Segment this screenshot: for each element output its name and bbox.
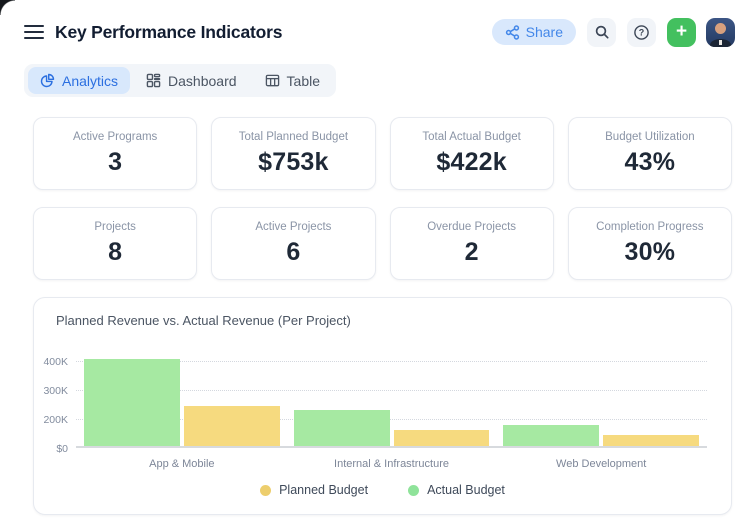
x-axis-category-label: Internal & Infrastructure [294,458,490,470]
legend-dot-icon [408,485,419,496]
svg-text:?: ? [639,27,645,37]
kpi-card: Active Programs 3 [33,117,197,190]
view-tabbar: Analytics Dashboard Table [24,64,336,97]
y-axis-tick-label: 200K [30,414,68,426]
kpi-card: Total Planned Budget $753k [211,117,375,190]
bar-group [294,361,490,446]
pie-chart-icon [40,73,55,88]
bar-planned-budget [184,406,280,446]
kpi-value: $753k [258,148,329,177]
x-axis-category-label: Web Development [503,458,699,470]
legend-label: Actual Budget [427,483,505,497]
bar-planned-budget [394,430,490,446]
table-icon [265,73,280,88]
kpi-label: Total Planned Budget [239,131,348,143]
kpi-label: Budget Utilization [605,131,695,143]
bar-actual-budget [294,410,390,446]
chart-bars [76,361,707,446]
bar-group [503,361,699,446]
tab-analytics-label: Analytics [62,73,118,89]
menu-icon[interactable] [24,25,44,40]
share-button-label: Share [526,24,563,40]
kpi-value: 6 [286,238,300,267]
legend-item[interactable]: Actual Budget [408,483,505,497]
y-axis-tick-label: 300K [30,385,68,397]
help-button[interactable]: ? [627,18,656,47]
window-corner-artifact [0,0,15,15]
kpi-label: Completion Progress [596,221,703,233]
y-axis-tick-label: $0 [30,443,68,455]
kpi-label: Overdue Projects [427,221,516,233]
plus-icon: + [676,22,687,41]
kpi-label: Projects [94,221,136,233]
kpi-label: Active Programs [73,131,157,143]
tab-table[interactable]: Table [251,64,334,97]
kpi-value: 2 [465,238,479,267]
chart-card: Planned Revenue vs. Actual Revenue (Per … [33,297,732,515]
chart-legend: Planned Budget Actual Budget [34,483,731,497]
legend-dot-icon [260,485,271,496]
kpi-label: Total Actual Budget [422,131,520,143]
x-axis-category-label: App & Mobile [84,458,280,470]
search-button[interactable] [587,18,616,47]
kpi-card: Completion Progress 30% [568,207,732,280]
kpi-label: Active Projects [255,221,331,233]
kpi-card: Budget Utilization 43% [568,117,732,190]
bar-actual-budget [503,425,599,446]
search-icon [594,24,610,40]
chart-plot: $0200K300K400K [76,361,707,448]
chart-title: Planned Revenue vs. Actual Revenue (Per … [56,313,351,328]
tab-dashboard-label: Dashboard [168,73,237,89]
share-icon [505,25,520,40]
page-title: Key Performance Indicators [55,22,282,43]
share-button[interactable]: Share [492,19,576,45]
kpi-card: Overdue Projects 2 [390,207,554,280]
kpi-value: 30% [625,238,676,267]
kpi-card: Active Projects 6 [211,207,375,280]
bar-actual-budget [84,359,180,446]
kpi-card: Projects 8 [33,207,197,280]
help-icon: ? [633,24,650,41]
add-button[interactable]: + [667,18,696,47]
bar-group [84,361,280,446]
kpi-grid: Active Programs 3 Total Planned Budget $753… [33,117,732,280]
header: Key Performance Indicators Share ? + [24,15,735,49]
kpi-card: Total Actual Budget $422k [390,117,554,190]
kpi-value: $422k [436,148,507,177]
y-axis-tick-label: 400K [30,356,68,368]
tab-dashboard[interactable]: Dashboard [132,64,251,97]
tab-table-label: Table [287,73,320,89]
chart-x-labels: App & Mobile Internal & Infrastructure Web… [76,458,707,470]
tab-analytics[interactable]: Analytics [28,67,130,94]
dashboard-grid-icon [146,73,161,88]
kpi-value: 43% [625,148,676,177]
kpi-value: 8 [108,238,122,267]
legend-item[interactable]: Planned Budget [260,483,368,497]
kpi-value: 3 [108,148,122,177]
bar-planned-budget [603,435,699,446]
user-avatar[interactable] [706,18,735,47]
legend-label: Planned Budget [279,483,368,497]
